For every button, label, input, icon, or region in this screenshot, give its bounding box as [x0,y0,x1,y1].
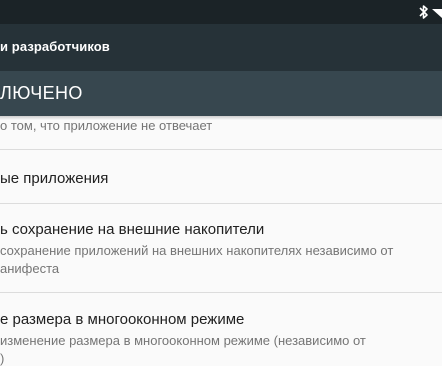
settings-list: о том, что приложение не отвечает ые при… [0,116,442,366]
master-switch-bar[interactable]: ЛЮЧЕНО [0,71,442,116]
header-shadow [0,116,442,120]
setting-summary-line1: изменение размера в многооконном режиме … [0,333,366,348]
setting-item-apps[interactable]: ые приложения [0,150,442,202]
setting-item-external-storage[interactable]: ь сохранение на внешние накопители сохра… [0,204,442,291]
setting-summary-line1: сохранение приложений на внешних накопит… [0,243,394,258]
bluetooth-icon [419,5,428,19]
setting-title: ь сохранение на внешние накопители [0,221,265,238]
setting-summary: о том, что приложение не отвечает [0,118,213,133]
setting-summary-line2: анифеста [0,261,60,276]
setting-title: е размера в многооконном режиме [0,311,245,328]
setting-title: ые приложения [0,170,109,187]
page-title: и разработчиков [0,39,110,54]
status-bar [0,0,442,24]
setting-item-resizable-activities[interactable]: е размера в многооконном режиме изменени… [0,293,442,366]
wifi-icon [432,9,442,18]
setting-summary-line2: ) [0,351,5,366]
setting-item-anr[interactable]: о том, что приложение не отвечает [0,116,442,148]
app-bar: и разработчиков [0,24,442,71]
master-switch-label: ЛЮЧЕНО [0,83,83,103]
